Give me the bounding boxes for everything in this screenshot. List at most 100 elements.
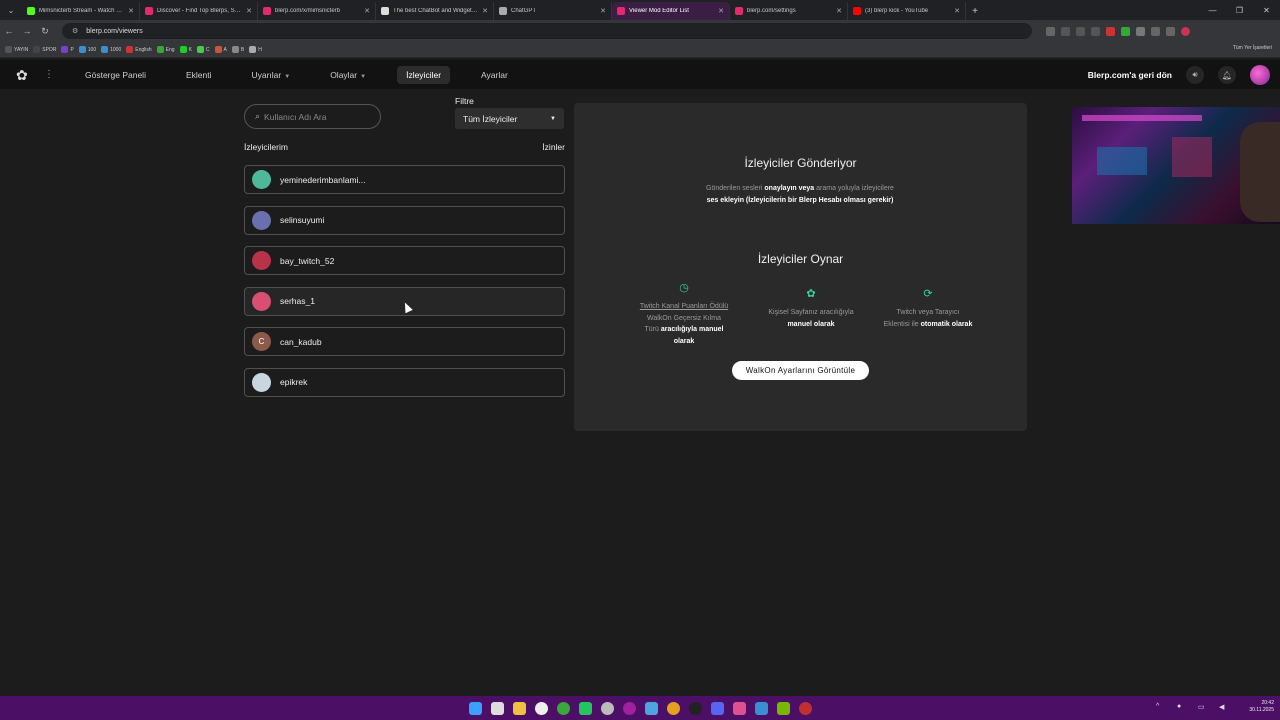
network-icon[interactable]: ▭ — [1198, 703, 1211, 716]
chevron-up-icon[interactable]: ^ — [1156, 703, 1169, 716]
blerp-logo-icon[interactable]: ✿ — [16, 67, 32, 83]
app-nvidia-icon[interactable] — [776, 701, 790, 715]
viewer-row[interactable]: bay_twitch_52 — [244, 246, 565, 275]
bookmark-item[interactable]: C — [196, 46, 210, 53]
sound-icon[interactable]: 🔊︎ — [1186, 66, 1204, 84]
bookmark-item[interactable]: English — [126, 46, 152, 53]
extension-icons — [1046, 26, 1190, 36]
all-bookmarks-link[interactable]: Tüm Yer İşaretleri — [1233, 45, 1272, 51]
chrome-icon[interactable] — [666, 701, 680, 715]
new-tab-button[interactable]: + — [966, 2, 984, 20]
tab-close-icon[interactable]: ✕ — [128, 7, 134, 15]
bookmark-icon — [179, 46, 187, 53]
star-icon[interactable] — [1091, 26, 1100, 36]
bookmark-item[interactable]: K — [179, 46, 192, 53]
profile-icon[interactable] — [1181, 26, 1190, 36]
tab-close-icon[interactable]: ✕ — [836, 7, 842, 15]
folder-icon[interactable] — [512, 701, 526, 715]
viewer-row[interactable]: yeminederimbanlami... — [244, 165, 565, 194]
browser-tab[interactable]: ChatGPT ✕ — [494, 2, 612, 20]
extension-green-icon[interactable] — [1121, 26, 1130, 36]
bookmark-item[interactable]: Eng — [156, 46, 175, 53]
minimize-icon[interactable]: — — [1199, 0, 1226, 20]
extension-red-icon[interactable] — [1106, 26, 1115, 36]
address-bar[interactable]: ⚙ blerp.com/viewers — [62, 23, 1032, 39]
files-icon[interactable] — [490, 701, 504, 715]
site-info-icon[interactable]: ⚙ — [72, 27, 78, 35]
nav-item-0[interactable]: Gösterge Paneli — [76, 66, 155, 84]
app-store-icon[interactable] — [754, 701, 768, 715]
bookmark-item[interactable]: 1000 — [101, 46, 121, 53]
settings-icon[interactable] — [600, 701, 614, 715]
tab-close-icon[interactable]: ✕ — [954, 7, 960, 15]
search-input[interactable] — [264, 111, 365, 122]
feature-personal-page: ✿ Kişisel Sayfanız aracılığıyla manuel o… — [766, 288, 856, 330]
nav-item-5[interactable]: Ayarlar — [472, 66, 517, 84]
bookmark-item[interactable]: P — [61, 46, 74, 53]
browser-tab[interactable]: blerp.com/settings ✕ — [730, 2, 848, 20]
maximize-icon[interactable]: ❐ — [1226, 0, 1253, 20]
browser-tab[interactable]: The best ChatBot and Widgets... ✕ — [376, 2, 494, 20]
extension-gray-icon[interactable] — [1136, 26, 1145, 36]
bookmark-item[interactable]: SPOR — [33, 46, 56, 53]
viewer-name: bay_twitch_52 — [280, 255, 335, 266]
filter-select[interactable]: Tüm İzleyiciler ▼ — [455, 108, 564, 129]
search-box[interactable]: ⌕ — [244, 104, 381, 129]
app-blue-icon[interactable] — [644, 701, 658, 715]
forward-arrow-icon[interactable]: → — [18, 26, 36, 36]
play-icon[interactable] — [578, 701, 592, 715]
channel-points-link[interactable]: Twitch Kanal Puanları Ödülü — [640, 303, 728, 310]
browser-tab[interactable]: (3) blerp kick - YouTube ✕ — [848, 2, 966, 20]
start-icon[interactable] — [468, 701, 482, 715]
translate-icon[interactable] — [1046, 26, 1055, 36]
back-arrow-icon[interactable]: ← — [0, 26, 18, 36]
app-pink-icon[interactable] — [732, 701, 746, 715]
extension-puzzle-icon[interactable] — [1151, 26, 1160, 36]
app-purple-icon[interactable] — [622, 701, 636, 715]
nav-item-3[interactable]: Olaylar ▼ — [321, 66, 375, 84]
viewer-row[interactable]: Ccan_kadub — [244, 327, 565, 356]
browser-tab[interactable]: Mimsnicterb Stream - Watch Li... ✕ — [22, 2, 140, 20]
bookmark-item[interactable]: B — [231, 46, 244, 53]
bell-icon[interactable]: 🔔︎ — [1218, 66, 1236, 84]
volume-icon[interactable]: ◀ — [1219, 703, 1232, 716]
back-to-blerp-link[interactable]: Blerp.com'a geri dön — [1088, 70, 1172, 80]
download-icon[interactable] — [1166, 26, 1175, 36]
mic-icon[interactable]: ● — [1177, 703, 1190, 716]
zoom-icon[interactable] — [1061, 26, 1070, 36]
view-walkon-settings-button[interactable]: WalkOn Ayarlarını Görüntüle — [732, 361, 869, 380]
bookmark-item[interactable]: YAYIN — [5, 46, 28, 53]
app-dark-icon[interactable] — [688, 701, 702, 715]
share-icon[interactable] — [1076, 26, 1085, 36]
bookmark-item[interactable]: A — [214, 46, 227, 53]
browser-tab-strip: ⌄ Mimsnicterb Stream - Watch Li... ✕ Disco… — [0, 0, 1280, 20]
close-window-icon[interactable]: ✕ — [1253, 0, 1280, 20]
tab-close-icon[interactable]: ✕ — [600, 7, 606, 15]
nav-item-1[interactable]: Eklenti — [177, 66, 221, 84]
more-menu-icon[interactable]: ⋮ — [44, 69, 54, 80]
bookmark-item[interactable]: H — [249, 46, 262, 53]
browser-tab[interactable]: Discover - Find Top Blerps, Stre... ✕ — [140, 2, 258, 20]
browser-tab[interactable]: Viewer Mod Editor List ✕ — [612, 2, 730, 20]
user-avatar[interactable] — [1250, 65, 1270, 85]
bookmark-item[interactable]: 100 — [78, 46, 96, 53]
browser-icon[interactable] — [534, 701, 548, 715]
reload-icon[interactable]: ↻ — [36, 26, 54, 37]
app-red-icon[interactable] — [798, 701, 812, 715]
tab-close-icon[interactable]: ✕ — [718, 7, 724, 15]
tab-search-chevron-icon[interactable]: ⌄ — [0, 0, 22, 20]
bookmark-icon — [5, 46, 12, 53]
xbox-icon[interactable] — [556, 701, 570, 715]
browser-tab[interactable]: blerp.com/x/mimsnicterb ✕ — [258, 2, 376, 20]
app-discord-icon[interactable] — [710, 701, 724, 715]
viewer-row[interactable]: selinsuyumi — [244, 205, 565, 235]
filter-value: Tüm İzleyiciler — [463, 113, 518, 124]
tab-close-icon[interactable]: ✕ — [364, 7, 370, 15]
bookmark-icon — [249, 46, 257, 53]
tab-close-icon[interactable]: ✕ — [246, 7, 252, 15]
nav-item-4[interactable]: İzleyiciler — [397, 65, 451, 84]
viewer-row[interactable]: epikrek — [244, 367, 565, 397]
tab-close-icon[interactable]: ✕ — [482, 7, 488, 15]
nav-item-2[interactable]: Uyarılar ▼ — [242, 66, 299, 84]
clock[interactable]: 20:42 30.11.2025 — [1249, 700, 1274, 714]
